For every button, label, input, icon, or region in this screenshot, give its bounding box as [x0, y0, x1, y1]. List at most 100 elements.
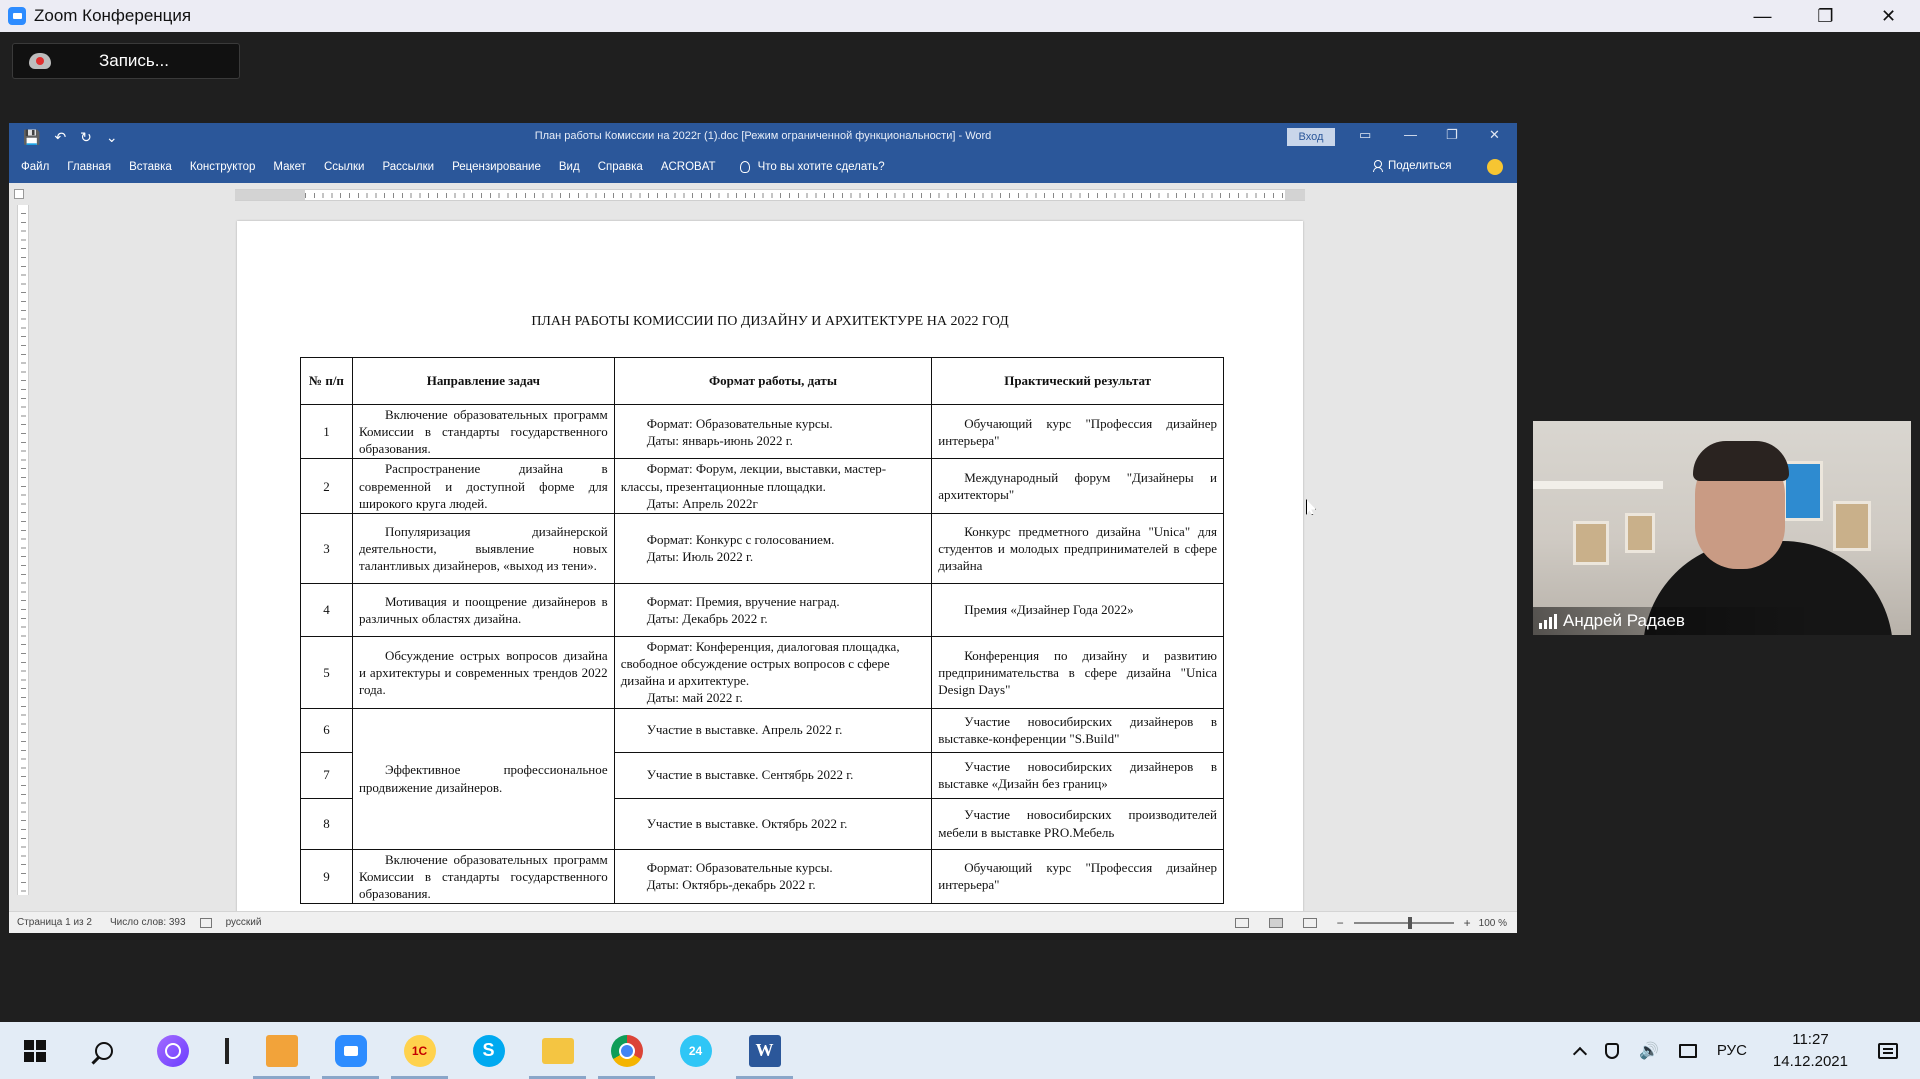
sign-in-button[interactable]: Вход	[1287, 128, 1335, 146]
row-direction: Обсуждение острых вопросов дизайна и арх…	[351, 635, 615, 709]
table-row: 5 Обсуждение острых вопросов дизайна и а…	[300, 635, 1224, 709]
close-button[interactable]: ✕	[1857, 0, 1920, 32]
taskbar-app-explorer[interactable]	[523, 1022, 592, 1079]
taskbar-app-chrome[interactable]	[592, 1022, 661, 1079]
word-minimize-button[interactable]: —	[1404, 127, 1417, 142]
header-format: Формат работы, даты	[613, 357, 933, 405]
ribbon-display-options-icon[interactable]: ▭	[1359, 127, 1371, 143]
read-mode-icon[interactable]	[1234, 918, 1249, 928]
clock-time: 11:27	[1792, 1030, 1829, 1048]
system-clock[interactable]: 11:27 14.12.2021	[1773, 1029, 1848, 1073]
windows-taskbar: 1С S 24 W 🔊 РУС 11:27 14.12.2021	[0, 1022, 1920, 1079]
format-line: Даты: май 2022 г.	[646, 690, 743, 706]
header-result: Практический результат	[931, 357, 1224, 405]
volume-icon[interactable]: 🔊	[1639, 1041, 1659, 1061]
taskbar-app-1c[interactable]: 1С	[385, 1022, 454, 1079]
zoom-in-button[interactable]: +	[1464, 916, 1471, 930]
tab-acrobat[interactable]: ACROBAT	[661, 161, 716, 173]
tab-selector[interactable]	[14, 189, 24, 199]
row-result: Конференция по дизайну и развитию предпр…	[931, 635, 1224, 709]
feedback-smiley-icon[interactable]	[1487, 159, 1503, 175]
zoom-out-button[interactable]: −	[1337, 916, 1344, 930]
web-layout-icon[interactable]	[1302, 918, 1317, 928]
notifications-icon[interactable]	[1878, 1042, 1898, 1059]
word-titlebar: 💾 ↶ ↻ ⌄ План работы Комиссии на 2022г (1…	[9, 123, 1517, 151]
table-row: 6 Эффективное профессиональное продвижен…	[300, 707, 1224, 850]
input-language[interactable]: РУС	[1717, 1042, 1747, 1059]
meet-now-button[interactable]	[1604, 1042, 1619, 1059]
task-view-button[interactable]	[207, 1022, 247, 1079]
outlook-icon	[265, 1034, 298, 1067]
ruler-ticks	[305, 193, 1285, 198]
document-page[interactable]: ПЛАН РАБОТЫ КОМИССИИ ПО ДИЗАЙНУ И АРХИТЕ…	[237, 221, 1303, 921]
tab-review[interactable]: Рецензирование	[452, 161, 541, 173]
tab-help[interactable]: Справка	[598, 161, 643, 173]
language-indicator[interactable]: русский	[226, 917, 262, 928]
row-number: 8	[300, 797, 353, 850]
recording-button[interactable]: Запись...	[12, 43, 240, 79]
horizontal-ruler-row	[9, 183, 1517, 205]
row-format: Формат: Конкурс с голосованием. Даты: Ию…	[613, 512, 933, 584]
network-button[interactable]	[1678, 1043, 1697, 1058]
task-view-icon	[225, 1037, 229, 1064]
tab-layout[interactable]: Макет	[273, 161, 306, 173]
restore-button[interactable]: ❐	[1794, 0, 1857, 32]
start-button[interactable]	[0, 1022, 69, 1079]
zoom-slider-thumb[interactable]	[1407, 917, 1412, 929]
page-count[interactable]: Страница 1 из 2	[17, 917, 92, 928]
row-format: Участие в выставке. Сентябрь 2022 г.	[613, 751, 933, 799]
taskbar-app-skype[interactable]: S	[454, 1022, 523, 1079]
redo-icon[interactable]: ↻	[80, 129, 92, 146]
vertical-ruler[interactable]	[17, 205, 29, 895]
taskbar-app-outlook[interactable]	[247, 1022, 316, 1079]
participant-video-tile[interactable]: Андрей Радаев	[1533, 421, 1911, 635]
tab-home[interactable]: Главная	[67, 161, 111, 173]
row-format: Участие в выставке. Октябрь 2022 г.	[613, 797, 933, 850]
windows-start-icon	[23, 1039, 46, 1062]
tell-me-search[interactable]: Что вы хотите сделать?	[739, 161, 885, 173]
format-line: Даты: январь-июнь 2022 г.	[646, 432, 793, 448]
format-line: Даты: Декабрь 2022 г.	[646, 610, 768, 626]
chrome-icon	[610, 1034, 643, 1067]
tab-file[interactable]: Файл	[21, 161, 49, 173]
document-heading: ПЛАН РАБОТЫ КОМИССИИ ПО ДИЗАЙНУ И АРХИТЕ…	[531, 314, 1009, 329]
tab-design[interactable]: Конструктор	[190, 161, 256, 173]
row-result: Международный форум "Дизайнеры и архитек…	[931, 458, 1224, 514]
horizontal-ruler[interactable]	[235, 189, 1305, 201]
1c-icon: 1С	[403, 1034, 436, 1067]
word-count[interactable]: Число слов: 393	[110, 917, 186, 928]
proofing-icon[interactable]	[199, 917, 212, 928]
customize-quick-access-icon[interactable]: ⌄	[106, 129, 118, 146]
format-line: Участие в выставке. Апрель 2022 г.	[646, 722, 843, 738]
taskbar-app-bitrix24[interactable]: 24	[661, 1022, 730, 1079]
print-layout-icon[interactable]	[1268, 918, 1283, 928]
taskbar-app-zoom[interactable]	[316, 1022, 385, 1079]
clock-date: 14.12.2021	[1772, 1052, 1848, 1070]
zoom-level[interactable]: 100 %	[1479, 918, 1507, 929]
row-direction: Популяризация дизайнерской деятельности,…	[351, 512, 615, 584]
word-close-button[interactable]: ✕	[1489, 127, 1500, 143]
save-icon[interactable]: 💾	[23, 129, 40, 146]
show-hidden-icons-button[interactable]	[1572, 1043, 1588, 1061]
row-direction: Включение образовательных программ Комис…	[351, 848, 615, 905]
undo-icon[interactable]: ↶	[54, 129, 66, 146]
zoom-slider[interactable]	[1353, 917, 1454, 929]
lightbulb-icon	[739, 161, 750, 173]
tab-view[interactable]: Вид	[559, 161, 580, 173]
tab-references[interactable]: Ссылки	[324, 161, 365, 173]
tab-insert[interactable]: Вставка	[129, 161, 172, 173]
tab-mailings[interactable]: Рассылки	[382, 161, 434, 173]
row-number: 1	[300, 403, 353, 460]
search-button[interactable]	[69, 1022, 138, 1079]
table-row: 4 Мотивация и поощрение дизайнеров в раз…	[300, 582, 1224, 637]
minimize-button[interactable]: —	[1731, 0, 1794, 32]
share-button[interactable]: Поделиться	[1373, 160, 1452, 172]
taskbar-app-word[interactable]: W	[730, 1022, 799, 1079]
shared-word-window: 💾 ↶ ↻ ⌄ План работы Комиссии на 2022г (1…	[9, 123, 1517, 933]
zoom-icon	[334, 1034, 367, 1067]
word-restore-button[interactable]: ❐	[1446, 127, 1458, 143]
row-format: Формат: Конференция, диалоговая площадка…	[613, 635, 933, 709]
zoom-titlebar: Zoom Конференция — ❐ ✕	[0, 0, 1920, 32]
alice-assistant-button[interactable]	[138, 1022, 207, 1079]
row-number: 6	[300, 707, 353, 753]
